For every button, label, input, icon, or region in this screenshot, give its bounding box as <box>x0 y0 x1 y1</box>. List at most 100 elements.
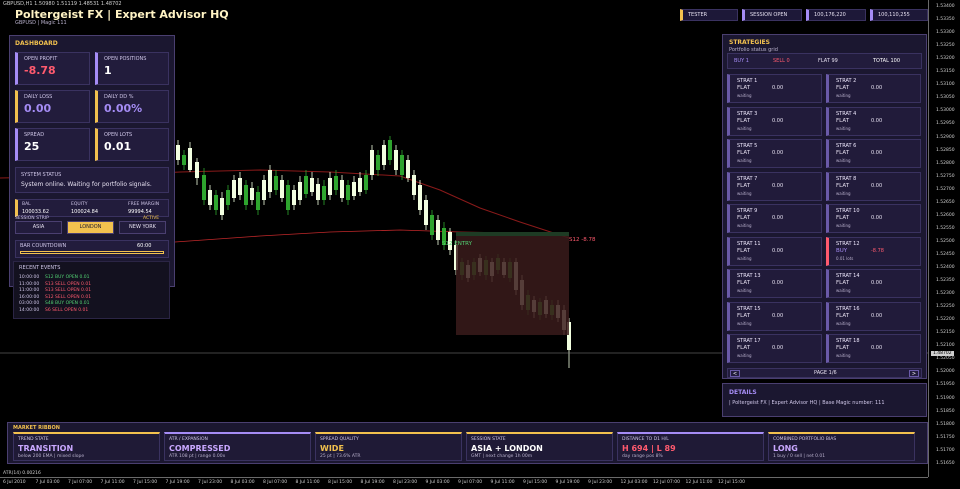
strategy-card[interactable]: STRAT 10 FLAT 0.00 waiting <box>826 204 921 233</box>
price-tick-label: 1.52800 <box>936 160 955 166</box>
strategy-state: FLAT <box>836 280 850 286</box>
spread-value: 25 <box>24 140 40 153</box>
strategy-card[interactable]: STRAT 8 FLAT 0.00 waiting <box>826 171 921 201</box>
candle-body <box>328 178 332 195</box>
strategy-note: waiting <box>737 353 752 358</box>
strategy-card[interactable]: STRAT 17 FLAT 0.00 waiting <box>727 334 822 363</box>
event-time: 11:00:00 <box>19 288 40 293</box>
strategy-card[interactable]: STRAT 9 FLAT 0.00 waiting <box>727 204 822 233</box>
strategy-card[interactable]: STRAT 13 FLAT 0.00 waiting <box>727 269 822 298</box>
time-tick-label: 7 Jul 11:00 <box>100 480 125 485</box>
strategy-card[interactable]: STRAT 1 FLAT 0.00 waiting <box>727 74 822 103</box>
recent-events-label: RECENT EVENTS <box>19 265 61 271</box>
strategy-card[interactable]: STRAT 3 FLAT 0.00 waiting <box>727 106 822 136</box>
page-indicator: PAGE 1/6 <box>814 370 837 376</box>
event-time: 03:00:00 <box>19 301 40 306</box>
strategy-note: waiting <box>737 158 752 163</box>
price-tick-label: 1.52550 <box>936 225 955 231</box>
strategy-value: 0.00 <box>871 182 883 189</box>
strategy-value: 0.00 <box>871 215 883 221</box>
candle-body <box>370 150 374 175</box>
strategy-note: waiting <box>836 158 851 163</box>
price-tick-label: 1.53250 <box>936 43 955 49</box>
candle-body <box>340 180 344 198</box>
strategy-card[interactable]: STRAT 16 FLAT 0.00 waiting <box>826 301 921 331</box>
time-tick-label: 7 Jul 19:00 <box>165 480 190 485</box>
strategy-card[interactable]: STRAT 14 FLAT 0.00 waiting <box>826 269 921 298</box>
chart-info: GBPUSD,H1 1.50980 1.51119 1.48531 1.4870… <box>3 1 122 7</box>
strategy-card[interactable]: STRAT 4 FLAT 0.00 waiting <box>826 106 921 136</box>
details-title: DETAILS <box>729 389 757 396</box>
strategy-name: STRAT 11 <box>737 240 761 247</box>
session-asia-button[interactable]: ASIA <box>15 221 62 234</box>
price-tick-label: 1.52450 <box>936 251 955 257</box>
strategy-card[interactable]: STRAT 11 FLAT 0.00 waiting <box>727 236 822 266</box>
next-page-button[interactable]: > <box>909 370 919 377</box>
strategy-state: FLAT <box>836 150 850 156</box>
session-london-button[interactable]: LONDON <box>67 221 114 234</box>
strategy-value: 0.00 <box>772 247 784 254</box>
event-text: S12 BUY OPEN 0.01 <box>45 275 90 280</box>
event-text: S13 SELL OPEN 0.01 <box>45 288 92 293</box>
strategy-state: FLAT <box>737 280 751 286</box>
time-tick-label: 12 Jul 07:00 <box>653 480 680 485</box>
daily-dd-label: DAILY DD % <box>104 94 134 100</box>
time-tick-label: 8 Jul 07:00 <box>263 480 288 485</box>
strategy-card[interactable]: STRAT 18 FLAT 0.00 waiting <box>826 334 921 363</box>
prev-page-button[interactable]: < <box>730 370 740 377</box>
ribbon-label: SPREAD QUALITY <box>320 437 359 442</box>
strategy-name: STRAT 8 <box>836 175 857 182</box>
strategy-value: 0.00 <box>772 312 784 319</box>
free-margin-value: 99994.54 <box>128 209 152 215</box>
time-tick-label: 7 Jul 15:00 <box>133 480 158 485</box>
bar-countdown-progress <box>20 251 164 254</box>
event-text: S12 SELL OPEN 0.01 <box>45 294 92 300</box>
price-tick-label: 1.51850 <box>936 408 955 414</box>
price-tick-label: 1.53200 <box>936 56 955 62</box>
strategy-value: 0.00 <box>772 215 784 221</box>
system-status-text: System online. Waiting for portfolio sig… <box>21 181 152 188</box>
strategy-state: FLAT <box>836 182 850 189</box>
time-tick-label: 9 Jul 07:00 <box>458 480 483 485</box>
strategy-state: FLAT <box>737 345 751 351</box>
candle-body <box>382 145 386 165</box>
daily-dd-card: DAILY DD % 0.00% <box>95 90 169 123</box>
candle-body <box>352 182 356 196</box>
value-badge-1: 100,176,220 <box>806 9 866 21</box>
price-tick-label: 1.52950 <box>936 121 955 127</box>
time-tick-label: 7 Jul 23:00 <box>198 480 223 485</box>
time-tick-label: 9 Jul 23:00 <box>588 480 613 485</box>
strategy-card[interactable]: STRAT 2 FLAT 0.00 waiting <box>826 74 921 103</box>
tester-label: TESTER <box>688 12 708 18</box>
strategy-card[interactable]: STRAT 6 FLAT 0.00 waiting <box>826 139 921 168</box>
strategy-name: STRAT 18 <box>836 338 860 344</box>
strategy-value: 0.00 <box>772 85 784 91</box>
candle-body <box>226 190 230 205</box>
system-status-card: SYSTEM STATUS System online. Waiting for… <box>15 167 169 193</box>
strategy-state: FLAT <box>737 182 751 189</box>
strategy-name: STRAT 15 <box>737 305 761 312</box>
app-subtitle: GBPUSD | Magic 111 <box>15 20 67 26</box>
strategy-card[interactable]: STRAT 15 FLAT 0.00 waiting <box>727 301 822 331</box>
strategy-state: FLAT <box>836 85 850 91</box>
strategy-card[interactable]: STRAT 5 FLAT 0.00 waiting <box>727 139 822 168</box>
candle-body <box>268 170 272 192</box>
price-tick-label: 1.53050 <box>936 95 955 101</box>
session-label: SESSION OPEN <box>750 12 788 18</box>
trade-loss-zone <box>456 235 569 335</box>
price-tick-label: 1.51900 <box>936 395 955 401</box>
strategy-card[interactable]: STRAT 7 FLAT 0.00 waiting <box>727 171 822 201</box>
strategy-state: FLAT <box>737 247 751 254</box>
ribbon-sub: GMT | next change 1h 00m <box>471 454 533 459</box>
event-row: 16:00:00 S12 SELL OPEN 0.01 <box>19 295 91 300</box>
price-tick-label: 1.53000 <box>936 108 955 114</box>
session-newyork-button[interactable]: NEW YORK <box>119 221 166 234</box>
strategy-state: FLAT <box>737 312 751 319</box>
strategy-name: STRAT 1 <box>737 78 758 84</box>
event-text: S48 BUY OPEN 0.01 <box>45 301 90 306</box>
price-tick-label: 1.52100 <box>936 343 955 349</box>
strategy-card[interactable]: STRAT 12 BUY -8.78 0.01 lots <box>826 236 921 266</box>
strategy-value: 0.00 <box>772 345 784 351</box>
ribbon-card: DISTANCE TO D1 H/L H 694 | L 89 day range … <box>617 432 764 461</box>
strategy-note: waiting <box>737 288 752 293</box>
